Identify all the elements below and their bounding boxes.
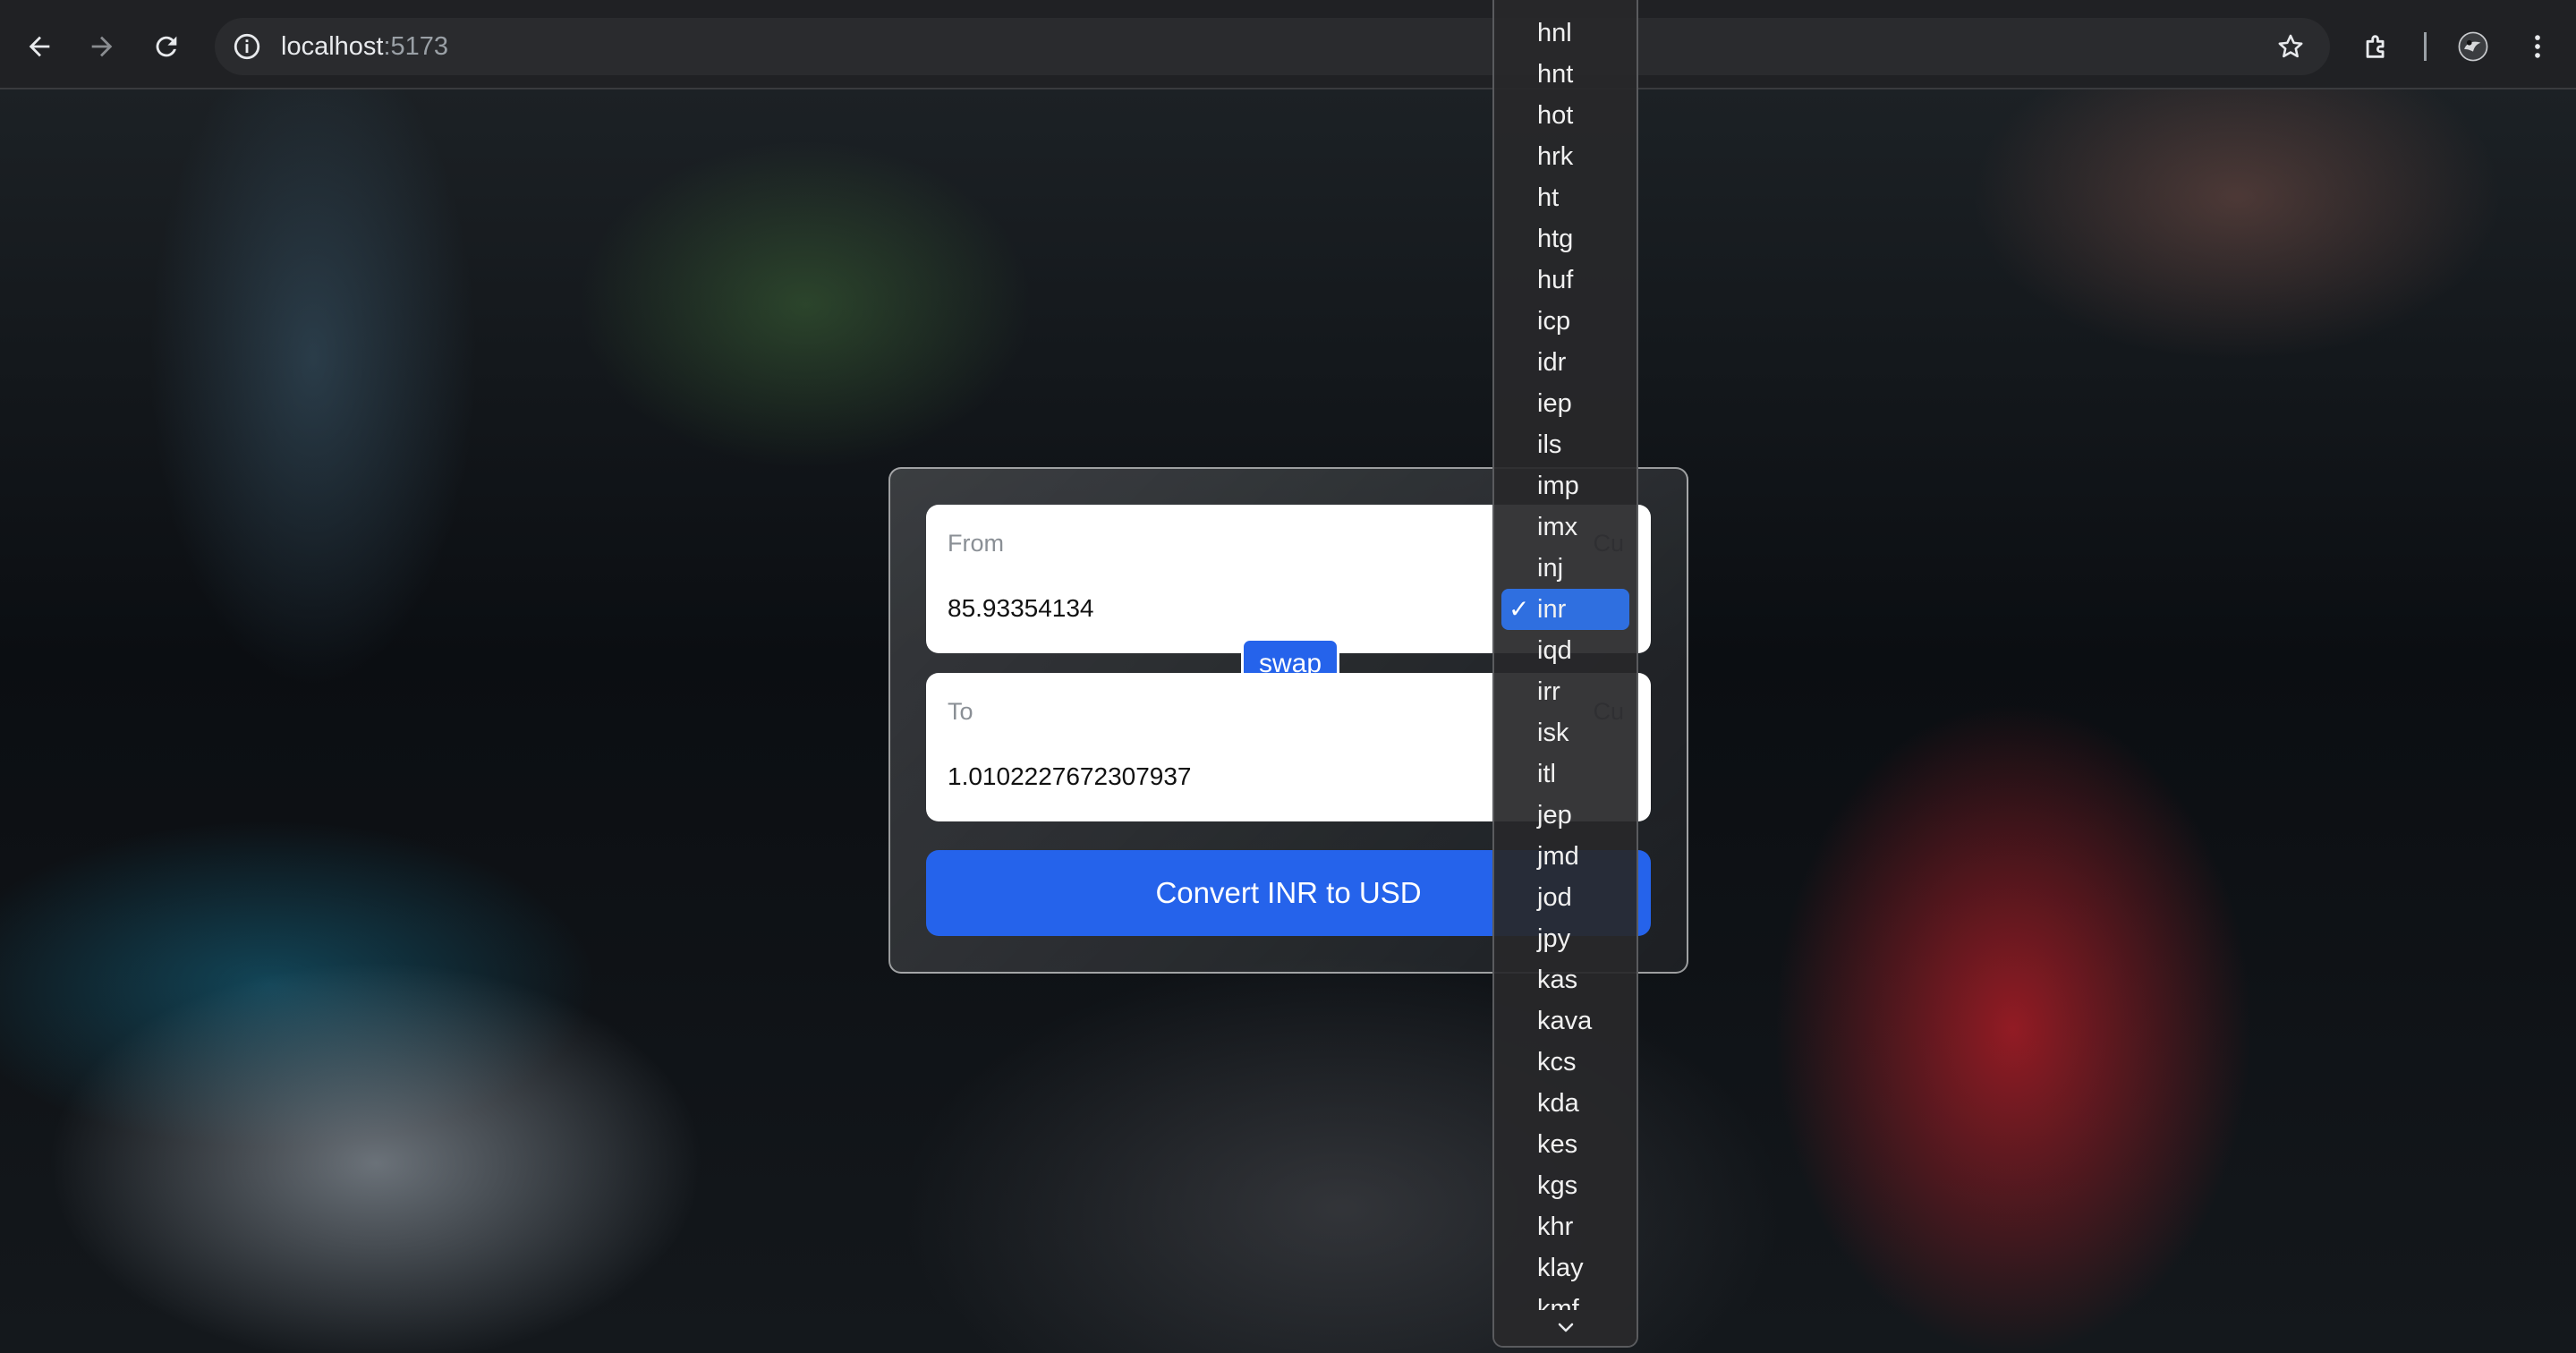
currency-option-label: hot	[1537, 101, 1574, 130]
currency-option-jod[interactable]: jod	[1494, 877, 1637, 918]
currency-option-kda[interactable]: kda	[1494, 1083, 1637, 1124]
reload-icon	[156, 36, 177, 57]
currency-option-label: itl	[1537, 760, 1556, 788]
from-amount-input[interactable]	[948, 592, 1574, 625]
from-label: From	[948, 530, 1004, 557]
currency-option-label: ht	[1537, 183, 1560, 212]
url-text: localhost:5173	[281, 30, 448, 63]
reload-button[interactable]	[140, 20, 193, 73]
currency-option-isk[interactable]: isk	[1494, 712, 1637, 753]
currency-option-label: jpy	[1537, 924, 1571, 953]
back-button[interactable]	[13, 20, 66, 73]
currency-option-label: klay	[1537, 1254, 1584, 1282]
currency-option-ils[interactable]: ils	[1494, 424, 1637, 465]
profile-avatar	[2458, 31, 2488, 62]
to-label: To	[948, 698, 973, 725]
currency-option-htg[interactable]: htg	[1494, 218, 1637, 260]
currency-option-icp[interactable]: icp	[1494, 301, 1637, 342]
currency-option-ht[interactable]: ht	[1494, 177, 1637, 218]
profile-button[interactable]	[2446, 20, 2500, 73]
currency-option-kava[interactable]: kava	[1494, 1000, 1637, 1042]
chevron-down-icon	[1558, 1323, 1573, 1332]
currency-option-label: iep	[1537, 389, 1572, 418]
browser-menu-button[interactable]	[2511, 20, 2564, 73]
currency-option-kas[interactable]: kas	[1494, 959, 1637, 1000]
currency-option-label: kes	[1537, 1130, 1578, 1159]
currency-option-label: hnt	[1537, 60, 1574, 89]
site-info-icon	[234, 33, 260, 60]
currency-option-label: iqd	[1537, 636, 1572, 665]
currency-option-label: imp	[1537, 472, 1579, 500]
currency-option-inr[interactable]: ✓ inr	[1501, 589, 1629, 630]
currency-option-irr[interactable]: irr	[1494, 671, 1637, 712]
currency-option-itl[interactable]: itl	[1494, 753, 1637, 795]
currency-option-label: kda	[1537, 1089, 1579, 1118]
currency-option-imp[interactable]: imp	[1494, 465, 1637, 506]
currency-option-label: hrk	[1537, 142, 1574, 171]
url-port: :5173	[383, 32, 449, 61]
currency-option-label: irr	[1537, 677, 1560, 706]
currency-option-jep[interactable]: jep	[1494, 795, 1637, 836]
currency-option-iep[interactable]: iep	[1494, 383, 1637, 424]
currency-option-hnl[interactable]: hnl	[1494, 13, 1637, 54]
bookmark-star-icon	[2278, 34, 2303, 58]
browser-toolbar: localhost:5173	[0, 0, 2576, 89]
address-bar[interactable]: localhost:5173	[215, 18, 2330, 75]
currency-option-idr[interactable]: idr	[1494, 342, 1637, 383]
currency-option-jmd[interactable]: jmd	[1494, 836, 1637, 877]
currency-option-label: kcs	[1537, 1048, 1577, 1076]
currency-option-imx[interactable]: imx	[1494, 506, 1637, 548]
to-amount-input[interactable]	[948, 761, 1574, 793]
currency-option-kmf[interactable]: kmf	[1494, 1289, 1637, 1310]
currency-option-label: jmd	[1537, 842, 1579, 871]
currency-option-label: khr	[1537, 1213, 1574, 1241]
checkmark-icon: ✓	[1509, 595, 1530, 623]
back-arrow-icon	[29, 36, 50, 57]
currency-option-label: kava	[1537, 1007, 1593, 1035]
currency-option-label: hnl	[1537, 19, 1572, 47]
page-background: From Cu swap To Cu Convert INR to USD	[0, 89, 2576, 1353]
currency-option-klay[interactable]: klay	[1494, 1247, 1637, 1289]
currency-option-khr[interactable]: khr	[1494, 1206, 1637, 1247]
extensions-icon	[2366, 35, 2385, 58]
currency-option-kgs[interactable]: kgs	[1494, 1165, 1637, 1206]
currency-option-label: htg	[1537, 225, 1574, 253]
forward-arrow-icon	[91, 36, 113, 57]
currency-option-iqd[interactable]: iqd	[1494, 630, 1637, 671]
currency-option-label: imx	[1537, 513, 1578, 541]
currency-option-label: idr	[1537, 348, 1567, 377]
currency-option-hrk[interactable]: hrk	[1494, 136, 1637, 177]
currency-option-inj[interactable]: inj	[1494, 548, 1637, 589]
currency-option-label: jep	[1537, 801, 1572, 830]
site-info-button[interactable]	[227, 27, 267, 66]
currency-dropdown[interactable]: hnl hnt hot hrk ht htg huf icp idr iep ils imp imx in…	[1492, 0, 1638, 1348]
currency-option-kcs[interactable]: kcs	[1494, 1042, 1637, 1083]
currency-option-label: ils	[1537, 430, 1562, 459]
currency-option-label: kmf	[1537, 1295, 1579, 1310]
currency-option-hot[interactable]: hot	[1494, 95, 1637, 136]
currency-option-label: kas	[1537, 966, 1578, 994]
currency-option-label: jod	[1537, 883, 1572, 912]
bookmark-button[interactable]	[2273, 29, 2308, 64]
currency-option-label: inj	[1537, 554, 1564, 583]
currency-option-label: isk	[1537, 719, 1569, 747]
scroll-down-button[interactable]	[1494, 1310, 1637, 1346]
extensions-button[interactable]	[2350, 20, 2403, 73]
toolbar-divider	[2424, 32, 2427, 61]
forward-button[interactable]	[75, 20, 129, 73]
currency-option-label: inr	[1537, 595, 1567, 624]
currency-option-label: icp	[1537, 307, 1571, 336]
currency-options-list: hnl hnt hot hrk ht htg huf icp idr iep ils imp imx in…	[1494, 13, 1637, 1310]
currency-option-huf[interactable]: huf	[1494, 260, 1637, 301]
currency-option-hnt[interactable]: hnt	[1494, 54, 1637, 95]
currency-option-label: huf	[1537, 266, 1574, 294]
currency-option-kes[interactable]: kes	[1494, 1124, 1637, 1165]
currency-option-jpy[interactable]: jpy	[1494, 918, 1637, 959]
kebab-menu-icon	[2535, 35, 2540, 58]
url-host: localhost	[281, 32, 384, 61]
currency-option-label: kgs	[1537, 1171, 1578, 1200]
